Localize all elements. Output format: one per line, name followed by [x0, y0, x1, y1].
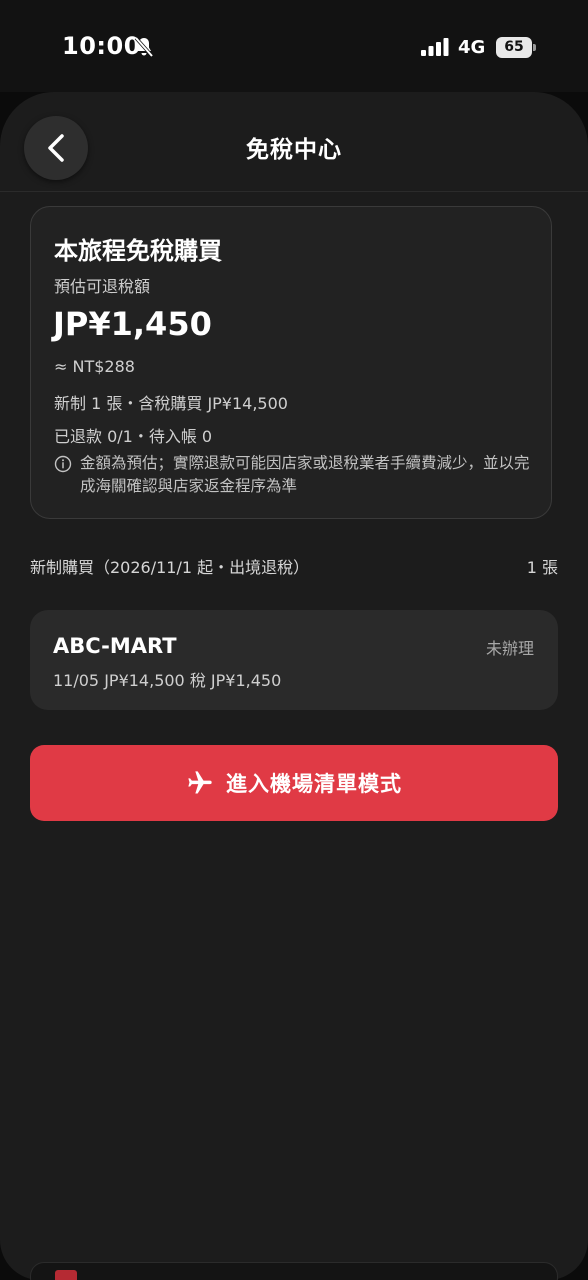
nav-header: 免稅中心 [0, 92, 588, 192]
refund-status: 已退款 0/1・待入帳 0 [54, 427, 213, 446]
info-icon [54, 455, 72, 473]
status-bar: 10:00 4G 65 [0, 0, 588, 92]
airport-button-label: 進入機場清單模式 [226, 772, 402, 796]
summary-title: 本旅程免稅購買 [54, 237, 222, 265]
battery-icon: 65 [496, 37, 536, 58]
purchase-list-item[interactable]: ABC-MART 11/05 JP¥14,500 稅 JP¥1,450 未辦理 [30, 610, 558, 710]
status-badge: 未辦理 [485, 639, 534, 658]
bell-off-icon [134, 36, 154, 58]
refund-amount: JP¥1,450 [53, 305, 212, 343]
section-label: 新制購買（2026/11/1 起・出境退稅） [30, 558, 310, 577]
section-count: 1 張 [526, 558, 558, 577]
page-title: 免稅中心 [246, 137, 342, 163]
signal-icon [421, 38, 449, 56]
new-purchase-count: 新制 1 張・含稅購買 JP¥14,500 [54, 394, 288, 413]
status-time: 10:00 [62, 32, 141, 60]
refund-label: 預估可退稅額 [54, 277, 151, 296]
next-sheet-peek [30, 1262, 558, 1280]
purchase-detail: 11/05 JP¥14,500 稅 JP¥1,450 [53, 671, 282, 690]
airplane-icon [188, 771, 212, 794]
airport-list-mode-button[interactable]: 進入機場清單模式 [30, 745, 558, 821]
tax-free-sheet: 免稅中心 本旅程免稅購買 預估可退稅額 JP¥1,450 ≈ NT$288 新制… [0, 92, 588, 1280]
store-name: ABC-MART [53, 634, 177, 658]
summary-card: 本旅程免稅購買 預估可退稅額 JP¥1,450 ≈ NT$288 新制 1 張・… [30, 206, 552, 519]
disclaimer-text: 金額為預估；實際退款可能因店家或退稅業者手續費減少，並以完成海關確認與店家返金程… [80, 454, 530, 495]
refund-ntd: ≈ NT$288 [54, 357, 135, 376]
battery-level: 65 [496, 37, 532, 58]
network-type: 4G [458, 37, 486, 58]
